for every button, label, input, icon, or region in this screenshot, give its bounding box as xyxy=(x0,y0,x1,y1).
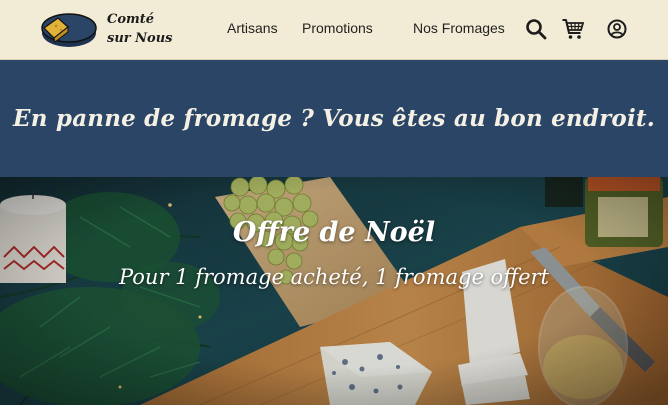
christmas-cheese-board-photo xyxy=(0,177,668,405)
brand-name-line2: sur Nous xyxy=(107,31,173,46)
search-icon[interactable] xyxy=(524,17,548,41)
brand-name[interactable]: Comté sur Nous xyxy=(107,10,187,48)
brand-name-line1: Comté xyxy=(107,12,155,27)
nav-link-artisans[interactable]: Artisans xyxy=(227,20,278,36)
tagline-banner: En panne de fromage ? Vous êtes au bon e… xyxy=(0,60,668,177)
tagline-text: En panne de fromage ? Vous êtes au bon e… xyxy=(13,105,655,132)
user-account-icon[interactable] xyxy=(605,17,629,41)
nav-link-nos-fromages[interactable]: Nos Fromages xyxy=(413,20,505,36)
nav-link-promotions[interactable]: Promotions xyxy=(302,20,373,36)
cheese-wheel-icon xyxy=(41,13,97,47)
brand-logo[interactable] xyxy=(38,10,100,50)
hero-subtitle: Pour 1 fromage acheté, 1 fromage offert xyxy=(119,265,549,289)
cart-icon[interactable] xyxy=(561,17,585,41)
site-header: Comté sur Nous Artisans Promotions Nos F… xyxy=(0,0,668,60)
hero-title: Offre de Noël xyxy=(232,217,436,248)
hero-banner[interactable]: Offre de Noël Pour 1 fromage acheté, 1 f… xyxy=(0,177,668,405)
